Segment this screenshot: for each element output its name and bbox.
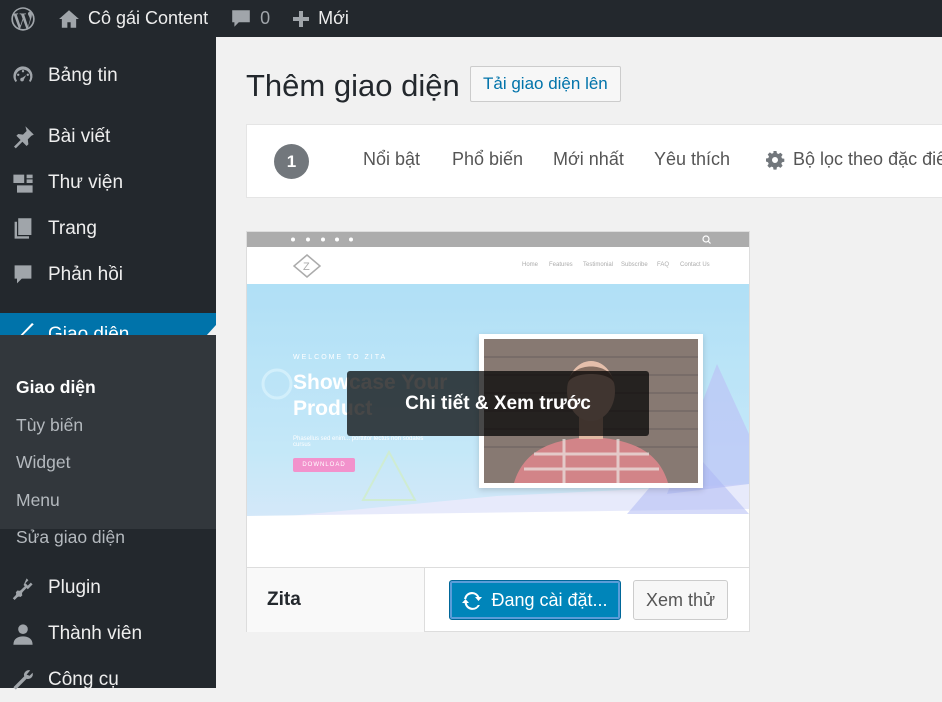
main-content: Thêm giao diện Tải giao diện lên 1 Nổi b…: [216, 37, 942, 688]
sidebar-item-label: Bảng tin: [48, 65, 118, 86]
install-button-label: Đang cài đặt...: [491, 589, 608, 610]
page-title: Thêm giao diện: [246, 68, 460, 103]
sidebar-item-media[interactable]: Thư viện: [0, 161, 216, 205]
theme-screenshot[interactable]: Z Home Features Testimonial Subscribe FA…: [247, 232, 749, 567]
pin-icon: [10, 124, 36, 150]
user-icon: [10, 621, 36, 647]
comment-icon: [10, 262, 36, 288]
sidebar-item-users[interactable]: Thành viên: [0, 612, 216, 656]
page-icon: [10, 216, 36, 242]
admin-bar: Cô gái Content 0 Mới: [0, 0, 942, 37]
tab-latest[interactable]: Mới nhất: [553, 149, 624, 170]
sidebar-item-posts[interactable]: Bài viết: [0, 115, 216, 159]
tab-featured[interactable]: Nổi bật: [363, 149, 420, 170]
tab-favorites[interactable]: Yêu thích: [654, 149, 730, 170]
wrench-icon: [10, 667, 36, 693]
theme-name: Zita: [247, 568, 425, 632]
submenu-item-theme-editor[interactable]: Sửa giao diện: [16, 527, 125, 548]
theme-count-badge: 1: [274, 144, 309, 179]
home-icon: [59, 9, 79, 28]
wordpress-logo-menu[interactable]: [0, 0, 48, 37]
comments-menu[interactable]: 0: [220, 0, 282, 37]
dashboard-icon: [10, 63, 36, 89]
wordpress-logo-icon: [11, 6, 35, 31]
gear-icon: [766, 150, 785, 170]
new-content-menu[interactable]: Mới: [282, 0, 361, 37]
submenu-item-menus[interactable]: Menu: [16, 490, 60, 511]
details-preview-button[interactable]: Chi tiết & Xem trước: [347, 371, 649, 436]
theme-card-footer: Zita Đang cài đặt... Xem thử: [247, 567, 749, 632]
plugin-icon: [10, 575, 36, 601]
plus-icon: [293, 10, 310, 27]
sidebar-item-dashboard[interactable]: Bảng tin: [0, 54, 216, 98]
site-name: Cô gái Content: [88, 8, 209, 28]
feature-filter-label: Bộ lọc theo đặc điể: [793, 149, 942, 169]
sidebar-item-plugins[interactable]: Plugin: [0, 566, 216, 610]
submenu-item-themes[interactable]: Giao diện: [16, 377, 96, 398]
sidebar-item-tools[interactable]: Công cụ: [0, 658, 216, 702]
submenu-item-customize[interactable]: Tùy biến: [16, 415, 83, 436]
theme-card[interactable]: Z Home Features Testimonial Subscribe FA…: [246, 231, 750, 632]
appearance-submenu: Giao diện Tùy biến Widget Menu Sửa giao …: [0, 335, 216, 547]
tab-popular[interactable]: Phổ biến: [452, 149, 523, 170]
media-icon: [10, 170, 36, 196]
sidebar-item-label: Thành viên: [48, 623, 143, 644]
install-button[interactable]: Đang cài đặt...: [449, 580, 621, 620]
sidebar-item-label: Plugin: [48, 577, 101, 598]
submenu-item-widgets[interactable]: Widget: [16, 452, 70, 473]
feature-filter-button[interactable]: Bộ lọc theo đặc điể: [765, 149, 942, 170]
sidebar-item-pages[interactable]: Trang: [0, 207, 216, 251]
comments-count: 0: [260, 8, 271, 28]
sidebar-item-label: Bài viết: [48, 126, 111, 147]
new-label: Mới: [318, 8, 349, 28]
spinner-update-icon: [462, 592, 483, 610]
comment-bubble-icon: [232, 9, 250, 27]
sidebar-item-label: Trang: [48, 218, 97, 239]
theme-filter-bar: 1 Nổi bật Phổ biến Mới nhất Yêu thích Bộ…: [246, 124, 942, 198]
sidebar-item-label: Phản hồi: [48, 264, 124, 285]
site-name-menu[interactable]: Cô gái Content: [48, 0, 220, 37]
preview-button[interactable]: Xem thử: [633, 580, 728, 620]
sidebar-item-label: Thư viện: [48, 172, 124, 193]
upload-theme-button[interactable]: Tải giao diện lên: [470, 66, 621, 102]
sidebar-item-comments[interactable]: Phản hồi: [0, 253, 216, 297]
admin-sidebar: Bảng tin Bài viết Thư viện Trang Phản hồ…: [0, 37, 216, 690]
